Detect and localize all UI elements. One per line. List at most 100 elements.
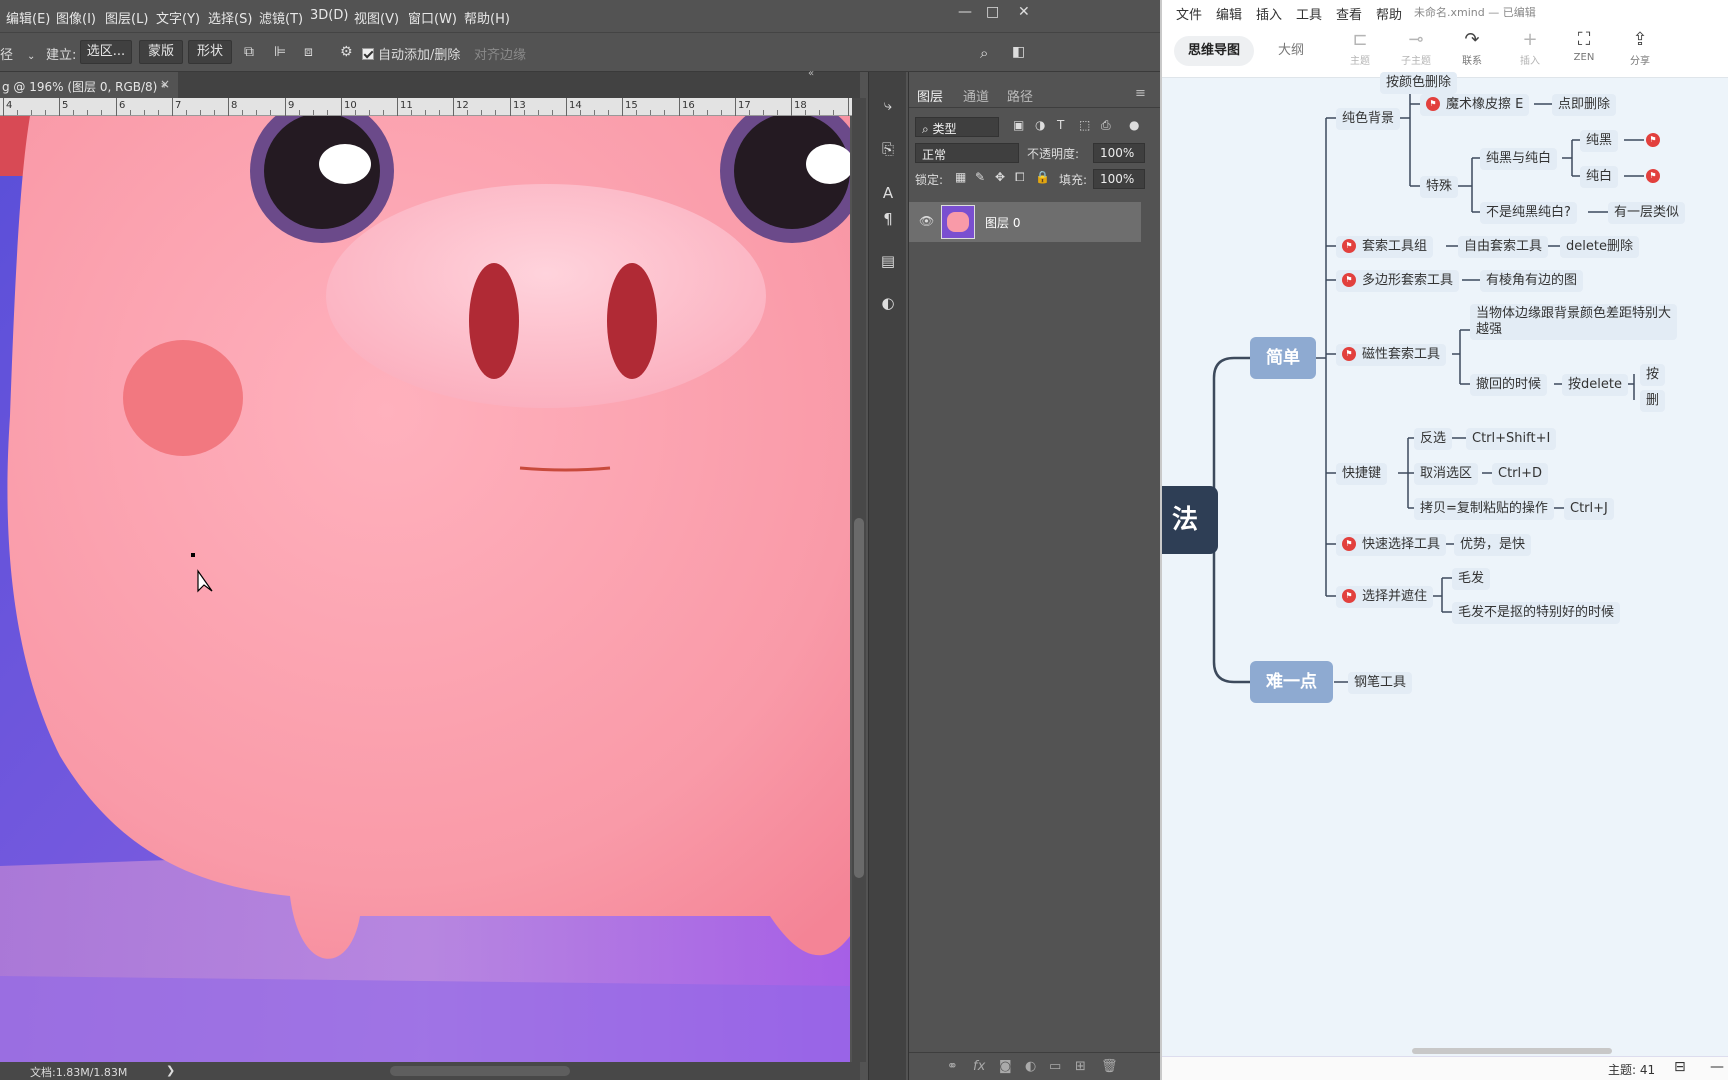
- menu-window[interactable]: 窗口(W): [408, 8, 457, 27]
- node-top-cut[interactable]: 按颜色删除: [1380, 72, 1458, 94]
- node-pure-white[interactable]: 纯白: [1580, 166, 1619, 188]
- node-inverse[interactable]: 反选: [1414, 428, 1453, 450]
- shape-filter-icon[interactable]: ⬚: [1079, 118, 1090, 132]
- restore-icon[interactable]: □: [986, 4, 999, 20]
- link-layers-icon[interactable]: ⚭: [947, 1059, 958, 1074]
- node-hotkeys[interactable]: 快捷键: [1336, 463, 1388, 485]
- node-pure-background[interactable]: 纯色背景: [1336, 108, 1401, 130]
- hscroll-thumb[interactable]: [1412, 1048, 1612, 1054]
- node-hair-bad[interactable]: 毛发不是抠的特别好的时候: [1452, 602, 1621, 624]
- path-arrangement-icon[interactable]: ⧈: [304, 44, 313, 60]
- adjustments-icon[interactable]: ◐: [878, 294, 898, 314]
- tab-channels[interactable]: 通道: [963, 86, 989, 105]
- tool-mode-select[interactable]: 径 ⌄: [0, 44, 35, 63]
- fill-input[interactable]: 100%: [1093, 169, 1145, 189]
- node-lasso-group[interactable]: ⚑ 套索工具组: [1336, 236, 1434, 258]
- smart-object-filter-icon[interactable]: ⎙: [1101, 118, 1111, 133]
- node-magnetic-desc[interactable]: 当物体边缘跟背景颜色差距特别大 越强: [1470, 304, 1678, 340]
- node-magnetic-lasso[interactable]: ⚑ 磁性套索工具: [1336, 344, 1447, 366]
- auto-add-delete-checkbox[interactable]: 自动添加/删除: [362, 44, 460, 63]
- node-delete-remove[interactable]: delete删除: [1560, 236, 1639, 258]
- node-inverse-key[interactable]: Ctrl+Shift+I: [1466, 428, 1557, 450]
- topic-harder[interactable]: 难一点: [1250, 661, 1333, 703]
- tab-layers[interactable]: 图层: [917, 86, 943, 105]
- node-magic-eraser[interactable]: ⚑ 魔术橡皮擦 E: [1420, 94, 1530, 116]
- layer-name[interactable]: 图层 0: [985, 214, 1020, 231]
- node-deselect-key[interactable]: Ctrl+D: [1492, 463, 1549, 485]
- node-quick-select[interactable]: ⚑ 快速选择工具: [1336, 534, 1447, 556]
- node-click-delete[interactable]: 点即删除: [1552, 94, 1617, 116]
- canvas-horizontal-scroll-thumb[interactable]: [390, 1066, 570, 1076]
- properties-icon[interactable]: ▤: [878, 252, 898, 272]
- history-icon[interactable]: ⤷: [878, 96, 898, 116]
- lock-image-icon[interactable]: ✎: [975, 170, 985, 184]
- path-operations-icon[interactable]: ⧉: [244, 44, 254, 60]
- mask-button[interactable]: 蒙版: [139, 40, 183, 64]
- type-filter-icon[interactable]: T: [1057, 118, 1064, 132]
- node-copy-paste[interactable]: 拷贝=复制粘贴的操作: [1414, 498, 1554, 520]
- gear-icon[interactable]: ⚙: [340, 44, 353, 60]
- node-pen-tool[interactable]: 钢笔工具: [1348, 672, 1413, 694]
- collapse-panel-icon[interactable]: «: [808, 68, 814, 79]
- menu-layer[interactable]: 图层(L): [105, 8, 148, 27]
- paragraph-icon[interactable]: ¶: [878, 210, 898, 230]
- visibility-eye-icon[interactable]: 👁: [919, 214, 934, 228]
- status-arrow-icon[interactable]: ❯: [166, 1064, 175, 1077]
- node-copy-key[interactable]: Ctrl+J: [1564, 498, 1614, 520]
- xm-menu-file[interactable]: 文件: [1176, 4, 1202, 23]
- shape-button[interactable]: 形状: [188, 40, 232, 64]
- lock-transparent-icon[interactable]: ▦: [955, 170, 966, 184]
- node-pure-black[interactable]: 纯黑: [1580, 130, 1619, 152]
- minimize-icon[interactable]: —: [958, 4, 972, 20]
- align-edges-option[interactable]: 对齐边缘: [474, 44, 526, 63]
- close-icon[interactable]: ✕: [1018, 4, 1030, 20]
- trash-icon[interactable]: 🗑: [1101, 1059, 1118, 1074]
- node-black-white[interactable]: 纯黑与纯白: [1480, 148, 1558, 170]
- character-icon[interactable]: A: [878, 184, 898, 204]
- kind-filter-select[interactable]: ⌕ 类型: [915, 117, 999, 137]
- canvas-vertical-scrollbar[interactable]: [852, 98, 866, 1062]
- path-alignment-icon[interactable]: ⊫: [274, 44, 286, 60]
- menu-3d[interactable]: 3D(D): [310, 8, 348, 23]
- topic-button[interactable]: ⊏ 主题: [1338, 28, 1382, 67]
- filter-toggle-icon[interactable]: ●: [1129, 118, 1139, 132]
- xm-menu-tools[interactable]: 工具: [1296, 4, 1322, 23]
- node-select-and-mask[interactable]: ⚑ 选择并遮住: [1336, 586, 1434, 608]
- node-undo[interactable]: 撤回的时候: [1470, 374, 1548, 396]
- menu-edit[interactable]: 编辑(E): [6, 8, 50, 27]
- menu-view[interactable]: 视图(V): [354, 8, 399, 27]
- fx-icon[interactable]: fx: [973, 1059, 985, 1074]
- node-quick-advantage[interactable]: 优势，是快: [1454, 534, 1532, 556]
- node-free-lasso[interactable]: 自由套索工具: [1458, 236, 1549, 258]
- root-topic[interactable]: 法: [1162, 486, 1219, 554]
- lock-artboard-icon[interactable]: ⧠: [1015, 170, 1025, 185]
- tab-paths[interactable]: 路径: [1007, 86, 1033, 105]
- selection-button[interactable]: 选区...: [80, 40, 132, 64]
- subtopic-button[interactable]: ⊸ 子主题: [1394, 28, 1438, 67]
- zen-button[interactable]: ⛶ ZEN: [1562, 28, 1606, 63]
- node-deselect[interactable]: 取消选区: [1414, 463, 1479, 485]
- node-not-black-white[interactable]: 不是纯黑纯白?: [1480, 202, 1577, 224]
- panel-menu-icon[interactable]: ≡: [1135, 86, 1146, 101]
- menu-filter[interactable]: 滤镜(T): [259, 8, 303, 27]
- node-polygon-lasso[interactable]: ⚑ 多边形套索工具: [1336, 270, 1460, 292]
- search-icon[interactable]: ⌕: [980, 44, 988, 62]
- layer-row[interactable]: 👁 图层 0: [909, 202, 1141, 242]
- tab-mindmap[interactable]: 思维导图: [1174, 36, 1255, 66]
- scroll-thumb[interactable]: [854, 518, 864, 878]
- node-edged-shape[interactable]: 有棱角有边的图: [1480, 270, 1584, 292]
- opacity-input[interactable]: 100%: [1093, 143, 1145, 163]
- insert-button[interactable]: + 插入: [1508, 28, 1552, 67]
- xm-menu-help[interactable]: 帮助: [1376, 4, 1402, 23]
- xm-menu-edit[interactable]: 编辑: [1216, 4, 1242, 23]
- node-partial-a[interactable]: 按: [1640, 364, 1666, 386]
- node-hair[interactable]: 毛发: [1452, 568, 1491, 590]
- share-button[interactable]: ⇪ 分享: [1618, 28, 1662, 67]
- workspace-icon[interactable]: ◧: [1012, 44, 1025, 60]
- pixel-filter-icon[interactable]: ▣: [1013, 118, 1024, 132]
- node-one-layer[interactable]: 有一层类似: [1608, 202, 1686, 224]
- mindmap-hscrollbar[interactable]: [1162, 1046, 1728, 1056]
- node-partial-b[interactable]: 删: [1640, 390, 1666, 412]
- menu-help[interactable]: 帮助(H): [464, 8, 510, 27]
- relationship-button[interactable]: ↷ 联系: [1450, 28, 1494, 67]
